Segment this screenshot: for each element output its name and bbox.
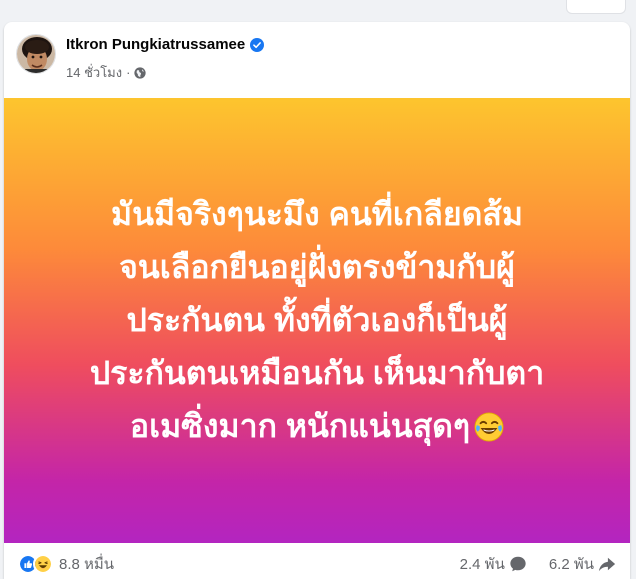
author-name[interactable]: Itkron Pungkiatrussamee bbox=[66, 36, 245, 53]
reaction-summary[interactable]: 8.8 หมื่น bbox=[18, 552, 114, 576]
top-strip bbox=[0, 0, 636, 22]
comment-bubble-icon[interactable] bbox=[509, 555, 527, 573]
avatar[interactable] bbox=[16, 34, 56, 74]
globe-icon[interactable] bbox=[134, 66, 147, 79]
post-meta: 14 ชั่วโมง · bbox=[66, 62, 147, 83]
share-arrow-icon[interactable] bbox=[598, 555, 616, 573]
post-text: มันมีจริงๆนะมึง คนที่เกลียดส้ม จนเลือกยื… bbox=[37, 188, 597, 453]
post-header: Itkron Pungkiatrussamee 14 ชั่วโมง · bbox=[4, 22, 630, 98]
post-footer: 8.8 หมื่น 2.4 พัน 6.2 พัน bbox=[4, 543, 630, 579]
avatar-image bbox=[17, 35, 55, 73]
previous-card-edge bbox=[566, 0, 626, 14]
post-timestamp[interactable]: 14 ชั่วโมง bbox=[66, 62, 122, 83]
reaction-count: 8.8 หมื่น bbox=[59, 556, 115, 573]
haha-reaction-icon bbox=[33, 554, 53, 574]
post-body: มันมีจริงๆนะมึง คนที่เกลียดส้ม จนเลือกยื… bbox=[89, 196, 545, 444]
post-card: Itkron Pungkiatrussamee 14 ชั่วโมง · มัน… bbox=[4, 22, 630, 579]
post-background: มันมีจริงๆนะมึง คนที่เกลียดส้ม จนเลือกยื… bbox=[4, 98, 630, 543]
author-row: Itkron Pungkiatrussamee bbox=[66, 36, 265, 53]
laughing-tears-emoji bbox=[474, 412, 504, 442]
verified-badge-icon bbox=[250, 37, 265, 52]
meta-separator: · bbox=[126, 65, 131, 80]
share-count[interactable]: 6.2 พัน bbox=[549, 552, 594, 576]
comment-count[interactable]: 2.4 พัน bbox=[460, 552, 505, 576]
page: Itkron Pungkiatrussamee 14 ชั่วโมง · มัน… bbox=[0, 0, 636, 579]
engagement-stats: 2.4 พัน 6.2 พัน bbox=[460, 552, 616, 576]
